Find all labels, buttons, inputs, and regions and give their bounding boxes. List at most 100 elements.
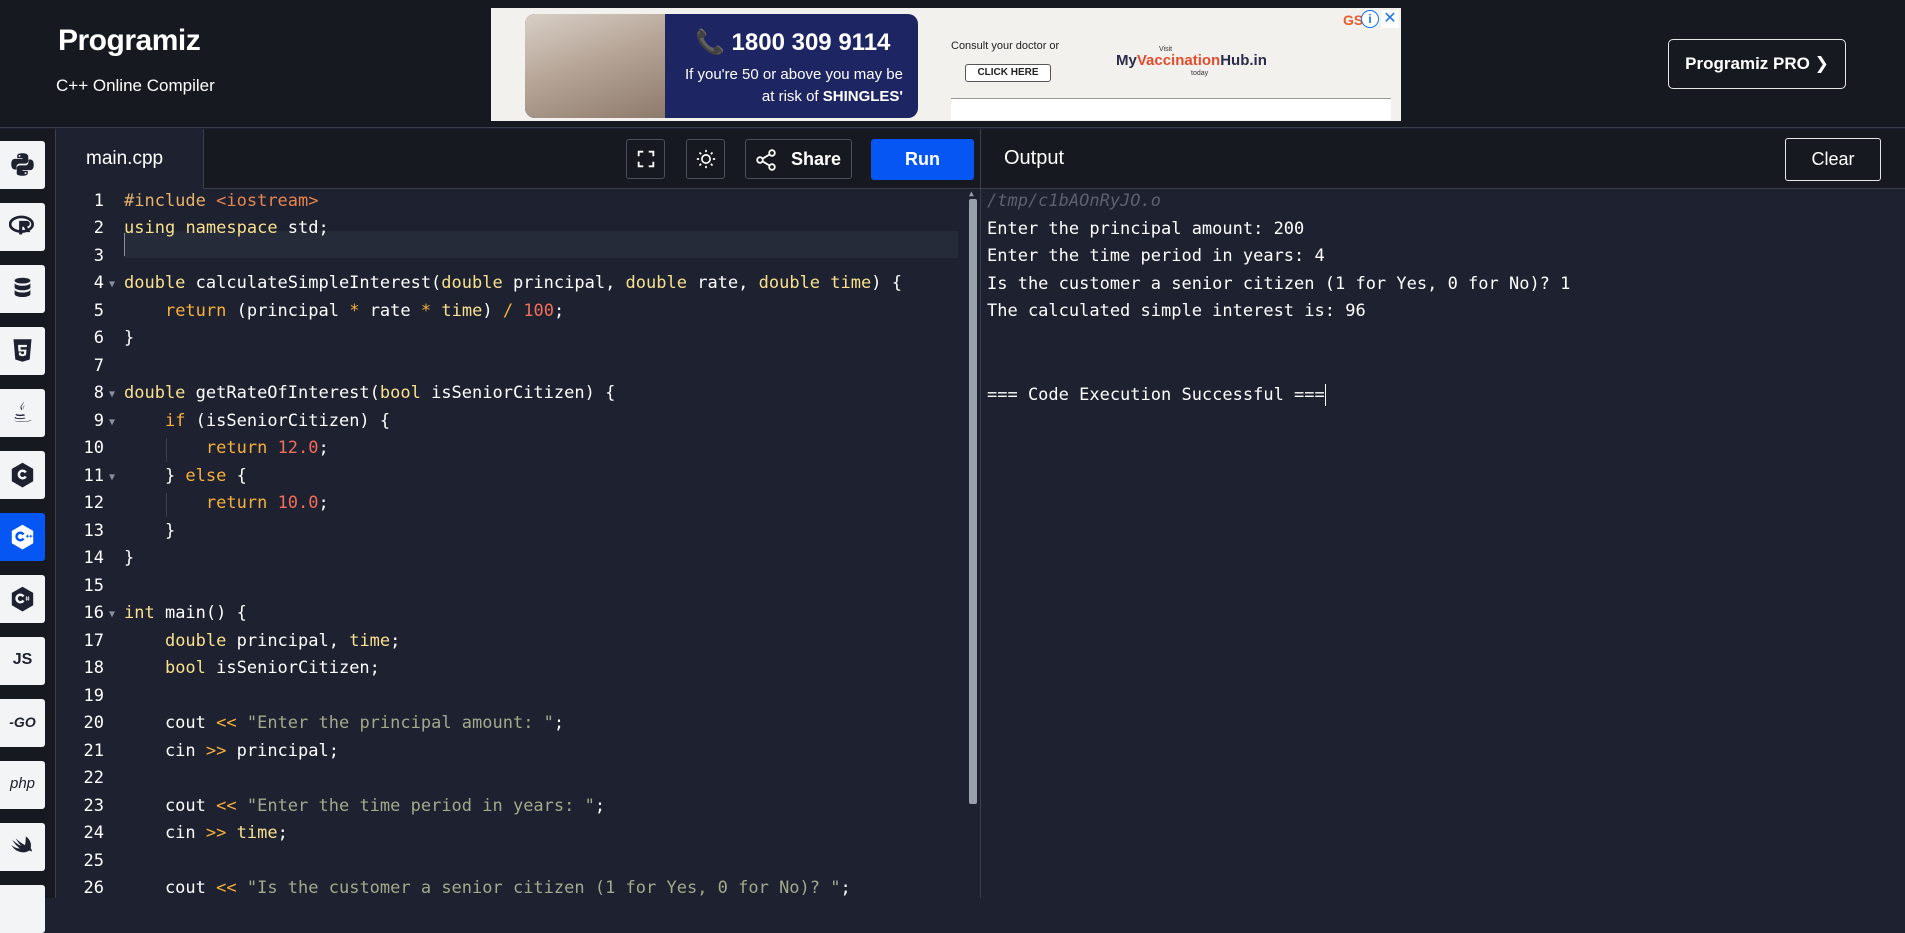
output-line: Is the customer a senior citizen (1 for … xyxy=(987,274,1571,294)
code-line[interactable]: cin >> principal; xyxy=(124,741,339,761)
sidebar-item-cpp[interactable] xyxy=(0,513,45,561)
python-icon xyxy=(11,153,34,176)
line-number: 16 xyxy=(83,603,104,623)
fold-arrow-icon[interactable]: ▼ xyxy=(109,472,115,483)
ad-fine-print xyxy=(951,98,1391,120)
code-line[interactable]: } xyxy=(124,548,134,568)
ad-line3-bold: SHINGLES' xyxy=(822,88,903,105)
share-label: Share xyxy=(791,149,842,169)
sidebar-item-python[interactable] xyxy=(0,141,45,189)
sidebar-item-js[interactable]: JS xyxy=(0,637,45,685)
line-number: 22 xyxy=(83,768,104,788)
code-line[interactable]: return (principal * rate * time) / 100; xyxy=(124,301,564,321)
java-icon xyxy=(13,401,32,423)
output-pane: Output Clear /tmp/c1bAOnRyJO.o Enter the… xyxy=(980,129,1905,898)
code-line[interactable]: double principal, time; xyxy=(124,631,400,651)
code-line[interactable]: } else { xyxy=(124,466,247,486)
code-line[interactable]: using namespace std; xyxy=(124,218,329,238)
scroll-up-arrow-icon[interactable]: ▲ xyxy=(969,189,974,198)
sidebar-item-swift[interactable] xyxy=(0,823,45,871)
code-line[interactable]: } xyxy=(124,521,175,541)
sidebar-item-more[interactable] xyxy=(0,885,45,933)
js-label: JS xyxy=(12,651,33,668)
fold-arrow-icon[interactable]: ▼ xyxy=(109,279,115,290)
ad-phone-number: 📞 1800 309 9114 xyxy=(695,29,891,56)
output-success-text: === Code Execution Successful === xyxy=(987,385,1325,405)
code-line[interactable]: return 12.0; xyxy=(124,438,329,458)
ad-hub-logo: MyVaccinationHub.in xyxy=(1116,52,1267,69)
sidebar-item-html[interactable] xyxy=(0,327,45,375)
output-caret xyxy=(1324,384,1326,406)
line-number: 7 xyxy=(93,356,104,376)
ad-hub-part-a: My xyxy=(1116,52,1137,69)
line-number: 1 xyxy=(93,191,104,211)
programiz-logo[interactable]: Programiz xyxy=(58,24,201,58)
editor-scrollbar-thumb[interactable] xyxy=(969,199,977,804)
fold-arrow-icon[interactable]: ▼ xyxy=(109,389,115,400)
fold-arrow-icon[interactable]: ▼ xyxy=(109,417,115,428)
line-number: 3 xyxy=(93,246,104,266)
compiler-subtitle: C++ Online Compiler xyxy=(56,76,215,95)
ad-close-icon[interactable]: ✕ xyxy=(1381,10,1399,28)
code-line[interactable]: cin >> time; xyxy=(124,823,288,843)
ad-photo-image xyxy=(525,14,665,118)
code-line[interactable]: double calculateSimpleInterest(double pr… xyxy=(124,273,902,293)
top-header: Programiz C++ Online Compiler 📞 1800 309… xyxy=(0,0,1905,128)
line-number: 14 xyxy=(83,548,104,568)
editor-toolbar: main.cpp Share Run xyxy=(56,129,980,189)
share-button[interactable]: Share xyxy=(745,139,852,179)
sidebar-item-c[interactable] xyxy=(0,451,45,499)
language-sidebar: JS -GO php xyxy=(0,129,56,933)
sidebar-item-r[interactable] xyxy=(0,203,45,251)
sidebar-item-java[interactable] xyxy=(0,389,45,437)
database-icon xyxy=(14,277,31,298)
line-number: 23 xyxy=(83,796,104,816)
line-number: 17 xyxy=(83,631,104,651)
code-line[interactable]: cout << "Is the customer a senior citize… xyxy=(124,878,851,898)
fullscreen-button[interactable] xyxy=(626,139,665,179)
code-line[interactable]: cout << "Enter the principal amount: "; xyxy=(124,713,564,733)
line-number: 13 xyxy=(83,521,104,541)
output-success-line: === Code Execution Successful === xyxy=(987,384,1326,406)
ad-hub-part-b: Vaccination xyxy=(1136,52,1221,69)
output-line: Enter the principal amount: 200 xyxy=(987,219,1305,239)
code-line[interactable]: cout << "Enter the time period in years:… xyxy=(124,796,605,816)
clear-button[interactable]: Clear xyxy=(1785,138,1881,181)
code-line[interactable]: } xyxy=(124,328,134,348)
line-number: 6 xyxy=(93,328,104,348)
programiz-pro-button[interactable]: Programiz PRO ❯ xyxy=(1668,39,1846,89)
line-number: 11 xyxy=(83,466,104,486)
file-tab-main-cpp[interactable]: main.cpp xyxy=(56,129,204,189)
fold-arrow-icon[interactable]: ▼ xyxy=(109,609,115,620)
code-line[interactable]: double getRateOfInterest(bool isSeniorCi… xyxy=(124,383,615,403)
output-line: Enter the time period in years: 4 xyxy=(987,246,1325,266)
fullscreen-icon xyxy=(637,150,655,168)
go-label: -GO xyxy=(9,714,36,730)
sun-icon xyxy=(696,149,716,169)
code-line[interactable]: bool isSeniorCitizen; xyxy=(124,658,380,678)
code-line[interactable]: return 10.0; xyxy=(124,493,329,513)
line-number: 25 xyxy=(83,851,104,871)
ad-consult-text: Consult your doctor or xyxy=(951,40,1060,52)
theme-toggle-button[interactable] xyxy=(686,139,725,179)
line-number: 2 xyxy=(93,218,104,238)
ad-line3-prefix: at risk of xyxy=(761,88,823,105)
run-button[interactable]: Run xyxy=(871,139,974,180)
php-label: php xyxy=(9,775,36,792)
ad-click-here-button[interactable]: CLICK HERE xyxy=(965,64,1051,82)
sidebar-item-csharp[interactable] xyxy=(0,575,45,623)
line-number: 5 xyxy=(93,301,104,321)
line-number: 12 xyxy=(83,493,104,513)
sidebar-item-php[interactable]: php xyxy=(0,761,45,809)
ad-info-icon[interactable]: i xyxy=(1361,10,1379,28)
advertisement-banner[interactable]: 📞 1800 309 9114 If you're 50 or above yo… xyxy=(491,8,1401,121)
code-line[interactable]: int main() { xyxy=(124,603,247,623)
code-area[interactable]: 1 2 3 4 5 6 7 8 9 10 11 12 13 14 15 16 1… xyxy=(56,189,980,898)
ad-text-line-3: at risk of SHINGLES' xyxy=(655,88,903,105)
code-line[interactable]: #include <iostream> xyxy=(124,191,319,211)
sidebar-item-go[interactable]: -GO xyxy=(0,699,45,747)
ad-text-line-2: If you're 50 or above you may be xyxy=(685,66,903,83)
code-line[interactable]: if (isSeniorCitizen) { xyxy=(124,411,390,431)
sidebar-item-sql[interactable] xyxy=(0,265,45,313)
line-number: 19 xyxy=(83,686,104,706)
